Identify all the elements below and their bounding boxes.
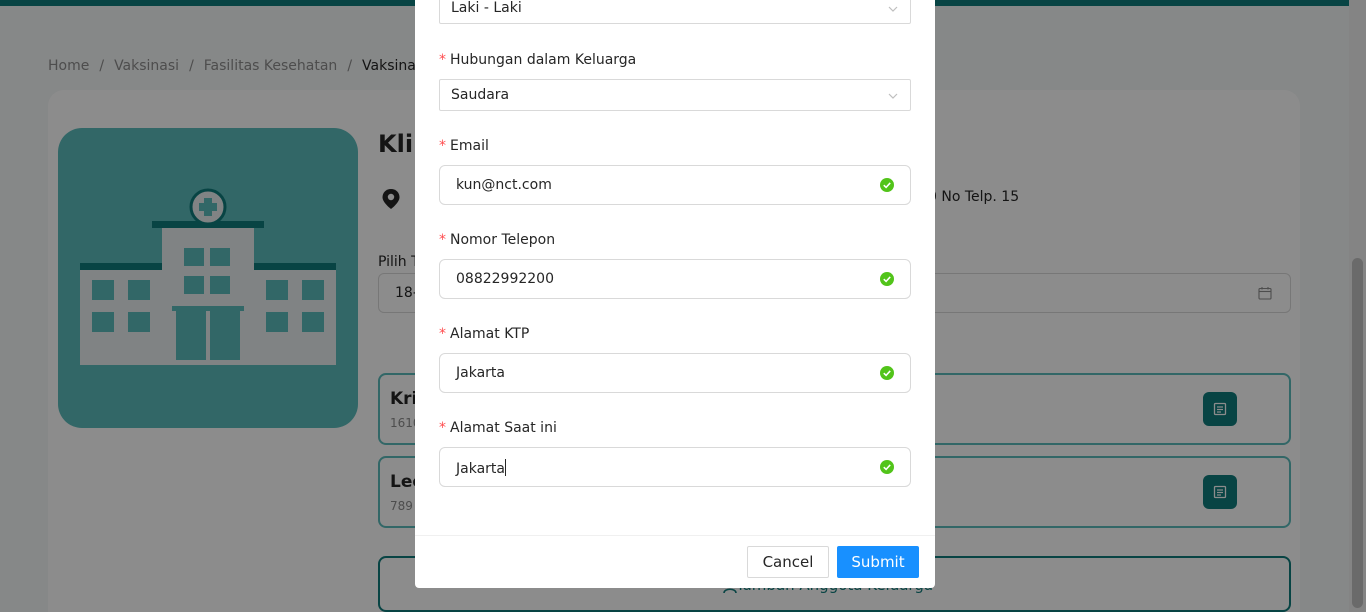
phone-field[interactable]: 08822992200 <box>439 259 911 299</box>
relation-value: Saudara <box>451 87 510 103</box>
current-address-label: * Alamat Saat ini <box>439 420 557 436</box>
check-circle-icon <box>880 460 894 474</box>
family-member-form-modal: Laki - Laki * Hubungan dalam Keluarga Sau… <box>415 0 935 588</box>
check-circle-icon <box>880 366 894 380</box>
required-mark: * <box>439 138 446 154</box>
required-mark: * <box>439 326 446 342</box>
gender-value: Laki - Laki <box>451 0 522 16</box>
modal-footer-divider <box>415 535 935 536</box>
submit-button[interactable]: Submit <box>837 546 919 578</box>
check-circle-icon <box>880 272 894 286</box>
chevron-down-icon <box>888 93 898 99</box>
text-caret <box>504 459 506 476</box>
email-value: kun@nct.com <box>456 177 552 193</box>
gender-select[interactable]: Laki - Laki <box>439 0 911 24</box>
chevron-down-icon <box>888 6 898 12</box>
relation-select[interactable]: Saudara <box>439 79 911 111</box>
required-mark: * <box>439 52 446 68</box>
current-address-field[interactable]: Jakarta <box>439 447 911 487</box>
email-label: * Email <box>439 138 489 154</box>
cancel-button[interactable]: Cancel <box>747 546 829 578</box>
phone-label: * Nomor Telepon <box>439 232 556 248</box>
ktp-address-value: Jakarta <box>456 365 505 381</box>
email-field[interactable]: kun@nct.com <box>439 165 911 205</box>
current-address-value: Jakarta <box>456 461 505 477</box>
required-mark: * <box>439 420 446 436</box>
current-address-text: Jakarta <box>456 459 506 477</box>
required-mark: * <box>439 232 446 248</box>
ktp-address-label: * Alamat KTP <box>439 326 530 342</box>
phone-value: 08822992200 <box>456 271 554 287</box>
ktp-address-field[interactable]: Jakarta <box>439 353 911 393</box>
relation-label: * Hubungan dalam Keluarga <box>439 52 637 68</box>
check-circle-icon <box>880 178 894 192</box>
